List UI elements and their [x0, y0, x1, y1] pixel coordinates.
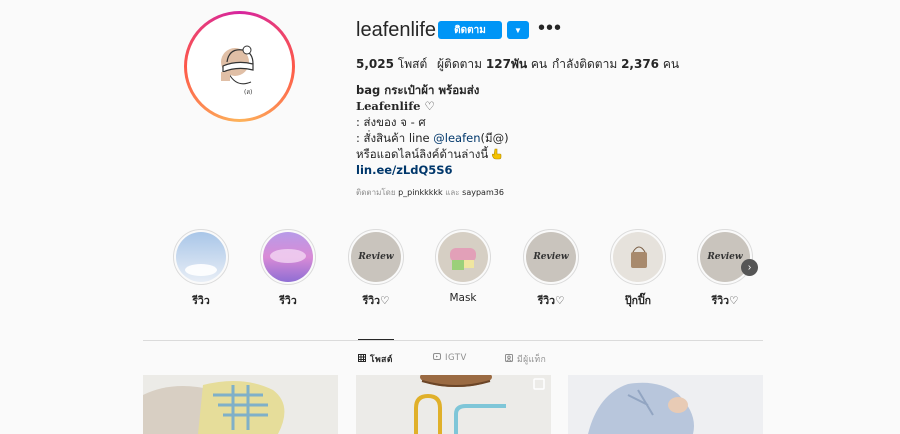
posts-count: 5,025 [356, 57, 394, 71]
highlight-label: ปุ๊กปิ๊ก [624, 295, 652, 307]
highlight-label: รีวิว [279, 295, 297, 307]
posts-count-stat: 5,025 โพสต์ [356, 55, 427, 74]
avatar: (ส) [191, 18, 288, 115]
posts-label: โพสต์ [397, 57, 428, 71]
highlight-label: รีวิว♡ [362, 295, 390, 307]
highlight-cover: Review [700, 232, 750, 282]
highlight-cover [438, 232, 488, 282]
highlight-cover [176, 232, 226, 282]
chevron-down-icon: ▼ [514, 25, 522, 35]
profile-avatar-ring[interactable]: (ส) [184, 11, 295, 122]
followers-stat[interactable]: ผู้ติดตาม 127พัน คน [437, 55, 547, 74]
highlights-next-arrow-icon[interactable]: › [741, 259, 758, 276]
tagged-icon [505, 353, 513, 365]
highlight-label: รีวิว [192, 295, 210, 307]
profile-username: leafenlife [356, 19, 437, 41]
tab-posts[interactable]: โพสต์ [358, 352, 393, 366]
tabs-divider [143, 340, 763, 341]
highlight-item[interactable]: Review รีวิว♡ [341, 229, 411, 309]
highlight-label: รีวิว♡ [537, 295, 565, 307]
post-thumbnail[interactable] [143, 375, 338, 434]
igtv-icon [433, 352, 441, 363]
highlight-label: Mask [449, 292, 477, 304]
highlight-item[interactable]: Mask [428, 229, 498, 304]
highlight-item[interactable]: ปุ๊กปิ๊ก [603, 229, 673, 309]
following-stat[interactable]: กำลังติดตาม 2,376 คน [552, 55, 679, 74]
bio-name: Leafenlife ♡ [356, 99, 435, 113]
more-options-icon[interactable]: ••• [538, 18, 562, 38]
suggested-dropdown-button[interactable]: ▼ [507, 21, 529, 39]
follow-button[interactable]: ติดตาม [438, 21, 502, 39]
highlight-cover [613, 232, 663, 282]
following-count: 2,376 [621, 57, 660, 71]
highlight-item[interactable]: Review รีวิว♡ [516, 229, 586, 309]
heart-icon: ♡ [424, 99, 435, 113]
followed-by-text[interactable]: ติดตามโดย p_pinkkkkk และ saypam36 [356, 186, 504, 199]
highlight-cover [263, 232, 313, 282]
highlight-label: รีวิว♡ [711, 295, 739, 307]
highlight-cover: Review [526, 232, 576, 282]
grid-icon [358, 353, 366, 365]
highlight-item[interactable]: รีวิว [166, 229, 236, 309]
bio-external-link[interactable]: lin.ee/zLdQ5S6 [356, 163, 453, 177]
profile-bio: bag กระเป๋าผ้า พร้อมส่ง Leafenlife ♡ : ส… [356, 83, 509, 177]
post-thumbnail[interactable] [356, 375, 551, 434]
highlight-item[interactable]: รีวิว [253, 229, 323, 309]
followers-count: 127พัน [485, 57, 528, 71]
highlight-cover: Review [351, 232, 401, 282]
svg-text:(ส): (ส) [244, 89, 252, 96]
tab-igtv[interactable]: IGTV [433, 352, 467, 363]
pointing-hand-icon [491, 148, 502, 160]
bio-mention-link[interactable]: @leafen [433, 131, 480, 145]
tab-tagged[interactable]: มีผู้แท็ก [505, 352, 546, 366]
active-tab-indicator [358, 339, 394, 340]
post-thumbnail[interactable] [568, 375, 763, 434]
